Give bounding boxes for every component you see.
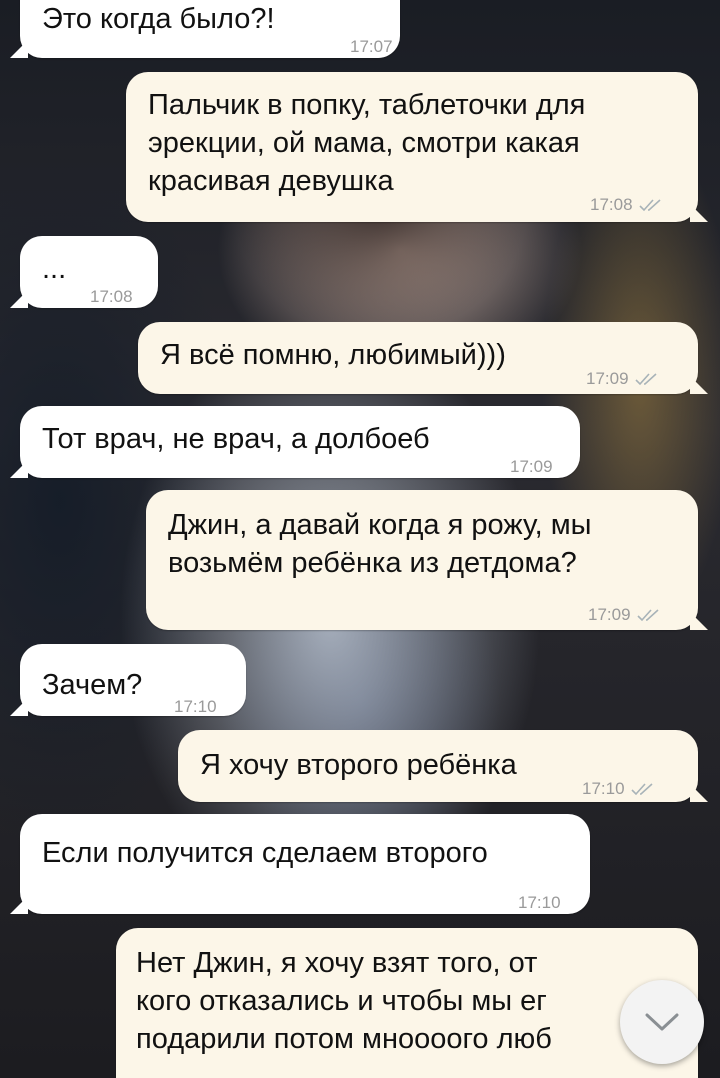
message-timestamp: 17:08 xyxy=(90,287,133,306)
message-bubble-incoming[interactable]: Это когда было?! 17:07 xyxy=(10,0,400,58)
message-bubble-incoming[interactable]: ... 17:08 xyxy=(10,236,158,308)
message-bubble-incoming[interactable]: Зачем? 17:10 xyxy=(10,644,246,716)
message-text: Нет Джин, я хочу взят того, от кого отка… xyxy=(136,947,552,1055)
message-text: Я хочу второго ребёнка xyxy=(200,749,517,781)
message-text: Пальчик в попку, таблеточки для эрекции,… xyxy=(148,89,586,197)
message-timestamp: 17:09 xyxy=(510,457,553,476)
message-bubble-outgoing[interactable]: Я всё помню, любимый))) 17:09 xyxy=(138,322,708,394)
message-text: Если получится сделаем второго xyxy=(42,837,488,869)
message-timestamp: 17:09 xyxy=(588,596,663,634)
message-bubble-outgoing[interactable]: Джин, а давай когда я рожу, мы возьмём р… xyxy=(146,490,708,630)
message-timestamp: 17:10 xyxy=(174,697,217,716)
double-check-icon xyxy=(636,609,659,622)
scroll-to-bottom-button[interactable] xyxy=(620,980,704,1064)
message-bubble-outgoing[interactable]: Нет Джин, я хочу взят того, от кого отка… xyxy=(116,928,698,1078)
message-text: Джин, а давай когда я рожу, мы возьмём р… xyxy=(168,509,592,579)
message-bubble-outgoing[interactable]: Пальчик в попку, таблеточки для эрекции,… xyxy=(126,72,708,224)
message-timestamp: 17:08 xyxy=(590,186,665,224)
message-bubble-outgoing[interactable]: Я хочу второго ребёнка 17:10 xyxy=(178,730,708,802)
message-timestamp: 17:07 xyxy=(350,37,393,56)
chevron-down-icon xyxy=(645,1013,679,1031)
message-bubble-incoming[interactable]: Если получится сделаем второго 17:10 xyxy=(10,814,590,914)
message-bubble-incoming[interactable]: Тот врач, не врач, а долбоеб 17:09 xyxy=(10,406,580,478)
message-timestamp: 17:10 xyxy=(582,770,657,808)
message-text: Это когда было?! xyxy=(42,3,275,35)
message-text: ... xyxy=(42,253,67,285)
message-timestamp: 17:10 xyxy=(518,893,561,912)
message-text: Я всё помню, любимый))) xyxy=(160,339,506,371)
message-text: Зачем? xyxy=(42,669,143,701)
message-timestamp: 17:09 xyxy=(586,360,661,398)
double-check-icon xyxy=(634,373,657,386)
message-text: Тот врач, не врач, а долбоеб xyxy=(42,423,430,455)
double-check-icon xyxy=(630,783,653,796)
double-check-icon xyxy=(638,199,661,212)
